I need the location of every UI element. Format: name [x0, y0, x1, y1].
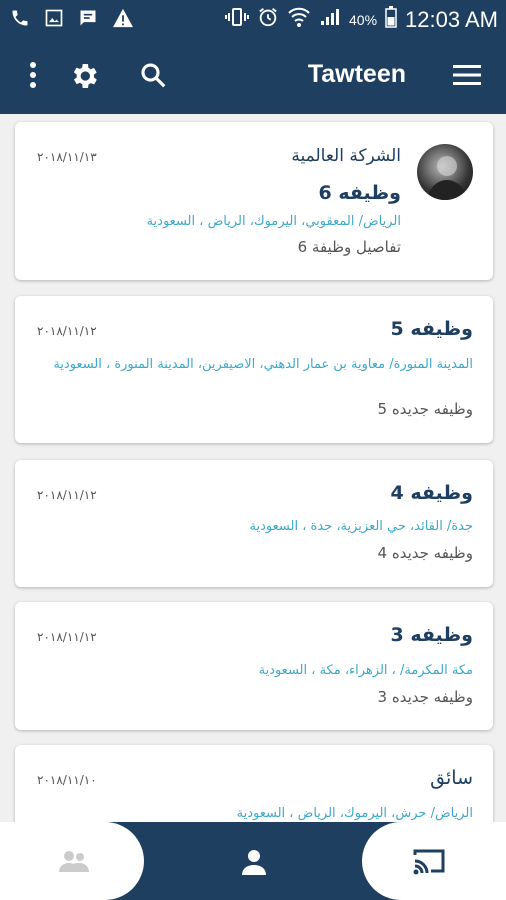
- job-card[interactable]: ٢٠١٨/١١/١٢ وظيفه 5 المدينة المنورة/ معاو…: [15, 296, 493, 443]
- image-icon: [44, 8, 64, 32]
- job-date: ٢٠١٨/١١/١٢: [37, 324, 97, 338]
- battery-percent: 40%: [349, 11, 378, 28]
- clock-time: 12:03 AM: [405, 6, 498, 32]
- job-date: ٢٠١٨/١١/١٠: [37, 773, 97, 787]
- more-vertical-icon[interactable]: [26, 60, 40, 94]
- job-description: تفاصيل وظيفة 6: [297, 238, 401, 256]
- job-location: الرياض/ المعقوبي، اليرموك، الرياض ، السع…: [146, 214, 401, 229]
- status-bar: 40% 12:03 AM: [0, 0, 506, 38]
- company-name: الشركة العالمية: [291, 146, 401, 166]
- wifi-icon: [287, 6, 311, 33]
- job-location: المدينة المنورة/ معاوية بن عمار الدهني، …: [53, 357, 473, 372]
- job-card[interactable]: ٢٠١٨/١١/١٢ وظيفه 4 جدة/ القائد، حي العزي…: [15, 460, 493, 587]
- vibrate-icon: [225, 7, 250, 32]
- company-avatar: [417, 144, 473, 200]
- job-date: ٢٠١٨/١١/١٢: [37, 630, 97, 644]
- phone-icon: [10, 8, 30, 32]
- job-date: ٢٠١٨/١١/١٢: [37, 488, 97, 502]
- signal-icon: [319, 7, 341, 32]
- job-description: وظيفه جديده 4: [377, 544, 473, 562]
- job-date: ٢٠١٨/١١/١٣: [37, 150, 97, 164]
- menu-icon[interactable]: [452, 62, 482, 92]
- job-location: الرياض/ حرش، اليرموك، الرياض ، السعودية: [236, 806, 473, 821]
- warning-icon: [112, 8, 134, 32]
- tab-people[interactable]: [0, 822, 144, 900]
- job-title: وظيفه 4: [390, 482, 473, 504]
- job-description: وظيفه جديده 3: [377, 688, 473, 706]
- person-icon[interactable]: [240, 848, 268, 880]
- alarm-icon: [257, 6, 279, 33]
- job-title: وظيفه 5: [390, 318, 473, 340]
- gear-icon[interactable]: [68, 60, 100, 96]
- job-location: جدة/ القائد، حي العزيزية، جدة ، السعودية: [249, 519, 473, 534]
- job-title: وظيفه 6: [318, 182, 401, 204]
- job-card[interactable]: الشركة العالمية ٢٠١٨/١١/١٣ وظيفه 6 الريا…: [15, 122, 493, 280]
- message-icon: [78, 8, 98, 32]
- job-title: سائق: [430, 767, 473, 789]
- search-icon[interactable]: [138, 60, 168, 94]
- people-icon[interactable]: [58, 848, 90, 878]
- job-card[interactable]: ٢٠١٨/١١/١٠ سائق الرياض/ حرش، اليرموك، ال…: [15, 745, 493, 824]
- job-card[interactable]: ٢٠١٨/١١/١٢ وظيفه 3 مكة المكرمة/ ، الزهرا…: [15, 602, 493, 730]
- bottom-navigation: [0, 822, 506, 900]
- cast-icon[interactable]: [412, 846, 446, 880]
- job-title: وظيفه 3: [390, 624, 473, 646]
- battery-icon: [385, 6, 397, 33]
- job-description: وظيفه جديده 5: [377, 400, 473, 418]
- tab-cast[interactable]: [362, 822, 506, 900]
- app-title: Tawteen: [307, 60, 406, 88]
- app-bar: Tawteen: [0, 38, 506, 114]
- job-location: مكة المكرمة/ ، الزهراء، مكة ، السعودية: [258, 663, 473, 678]
- job-list: الشركة العالمية ٢٠١٨/١١/١٣ وظيفه 6 الريا…: [0, 114, 506, 824]
